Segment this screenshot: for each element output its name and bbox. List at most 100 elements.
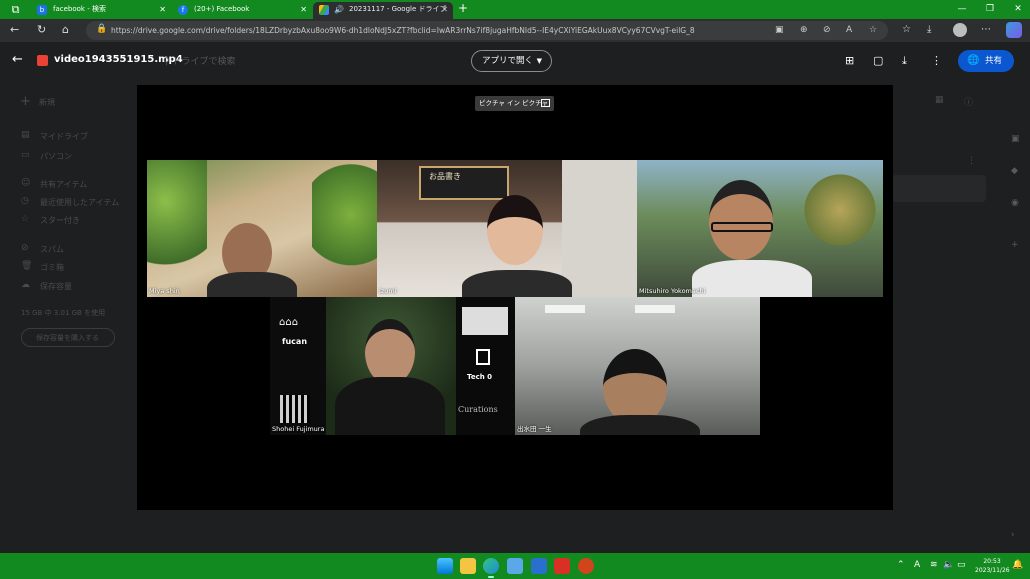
volume-icon[interactable]: 🔈 (943, 558, 954, 572)
store-icon[interactable] (507, 558, 523, 574)
copilot-icon[interactable] (1006, 22, 1022, 38)
close-window-icon[interactable]: ✕ (1003, 1, 1030, 18)
ceiling-light-graphic (635, 305, 675, 313)
nav-storage: 保存容量 (40, 282, 72, 291)
favorite-star-icon[interactable]: ☆ (869, 23, 877, 37)
file-explorer-icon[interactable] (460, 558, 476, 574)
participant-tile: 出水田 一生 (515, 297, 760, 435)
download-icon[interactable]: ⤓ (902, 54, 907, 68)
more-menu-icon[interactable]: ⋯ (981, 23, 991, 37)
minimize-icon[interactable]: — (947, 1, 977, 18)
browser-toolbar: ← ↻ ⌂ 🔒 https://drive.google.com/drive/f… (0, 19, 1030, 42)
edge-icon[interactable] (483, 558, 499, 578)
curations-logo-text: Curations (458, 405, 498, 414)
star-icon: ☆ (21, 214, 30, 224)
buy-storage-button: 保存容量を購入する (21, 328, 115, 347)
new-tab-icon[interactable]: + (458, 1, 468, 15)
tree-graphic (797, 170, 883, 250)
workspaces-icon[interactable]: ⧉ (9, 3, 22, 16)
address-bar[interactable]: 🔒 https://drive.google.com/drive/folders… (86, 21, 888, 40)
participant-name: Shohei Fujimura (272, 425, 325, 433)
profile-avatar[interactable] (953, 23, 967, 37)
open-with-label: アプリで開く (482, 56, 534, 66)
participant-tile: ⌂⌂⌂ fucan Tech 0 Curations Shohei Fujimu… (270, 297, 515, 435)
close-tab-icon[interactable]: ✕ (300, 2, 307, 17)
downloads-icon[interactable]: ⤓ (927, 23, 931, 37)
video-file-icon (37, 55, 48, 66)
notifications-bell-icon[interactable]: 🔔 (1012, 558, 1023, 572)
recent-icon: ◷ (21, 196, 29, 206)
tech0-logo-text: Tech 0 (467, 373, 493, 381)
fucan-banner: ⌂⌂⌂ fucan (270, 297, 326, 435)
facebook-favicon-icon: f (178, 5, 188, 15)
participant-name: Mitsuhiro Yokomachi (639, 287, 706, 295)
url-text[interactable]: https://drive.google.com/drive/folders/1… (111, 24, 695, 37)
body-graphic (462, 270, 572, 297)
close-preview-back-icon[interactable]: ← (12, 52, 23, 68)
chevron-up-icon[interactable]: ⌃ (897, 558, 905, 572)
battery-icon[interactable]: ▭ (957, 558, 966, 572)
nav-my-drive: マイドライブ (40, 132, 88, 141)
menu-sign-graphic: お品書き (419, 166, 509, 200)
close-tab-icon[interactable]: ✕ (159, 2, 166, 17)
tab-google-drive[interactable]: 🔊 20231117 - Google ドライブ ✕ (313, 2, 453, 19)
face-graphic (603, 349, 667, 425)
tab-facebook-search[interactable]: b facebook - 検索 ✕ (31, 2, 171, 19)
tab-facebook[interactable]: f (20+) Facebook ✕ (172, 2, 312, 19)
nav-shared: 共有アイテム (40, 180, 88, 189)
browser-tab-strip: ⧉ b facebook - 検索 ✕ f (20+) Facebook ✕ 🔊… (0, 0, 1030, 19)
keep-icon: ◆ (1011, 166, 1018, 176)
powerpoint-icon[interactable] (578, 558, 594, 574)
restore-icon[interactable]: ❐ (975, 1, 1005, 18)
participant-name: izumi (379, 287, 397, 295)
wifi-icon[interactable]: ≋ (930, 558, 938, 572)
refresh-icon[interactable]: ↻ (37, 23, 46, 37)
participant-name: 出水田 一生 (517, 425, 552, 433)
comment-icon[interactable]: ▢ (873, 54, 883, 68)
tab-title: facebook - 検索 (53, 5, 106, 13)
fucan-logo-icon: ⌂⌂⌂ (279, 317, 299, 328)
open-with-button[interactable]: アプリで開く ▼ (471, 50, 552, 72)
tab-title: 20231117 - Google ドライブ (349, 5, 447, 13)
more-vert-icon: ⋮ (967, 156, 976, 166)
pip-icon (541, 99, 550, 107)
acrobat-icon[interactable] (554, 558, 570, 574)
word-icon[interactable] (531, 558, 547, 574)
back-icon[interactable]: ← (10, 23, 19, 37)
share-button[interactable]: 🌐 共有 (958, 50, 1014, 72)
clock[interactable]: 20:53 2023/11/26 (975, 557, 1010, 575)
tab-title: (20+) Facebook (194, 5, 250, 13)
clock-time: 20:53 (983, 558, 1001, 565)
nav-computers: パソコン (40, 152, 72, 161)
fucan-logo-text: fucan (282, 337, 308, 346)
ime-indicator[interactable]: A (914, 558, 920, 572)
more-actions-icon[interactable]: ⋮ (931, 54, 942, 68)
speaker-icon[interactable]: 🔊 (334, 2, 344, 17)
video-player[interactable]: ピクチャ イン ピクチャ Miya shin お品書き izumi Mitsuh… (137, 85, 893, 510)
tracking-prevention-icon[interactable]: ⊘ (823, 23, 831, 37)
ceiling-light-graphic (545, 305, 585, 313)
plant-graphic (312, 160, 377, 297)
tech0-banner: Tech 0 Curations (456, 297, 515, 435)
computer-icon: ▭ (21, 150, 30, 160)
close-tab-icon[interactable]: ✕ (441, 2, 448, 17)
nav-trash: ゴミ箱 (40, 263, 64, 272)
share-label: 共有 (985, 56, 1003, 66)
shared-icon: ☺ (21, 178, 31, 188)
zoom-icon[interactable]: ⊕ (800, 23, 808, 37)
lock-icon[interactable]: 🔒 (96, 24, 107, 34)
start-icon[interactable] (437, 558, 453, 574)
favorites-icon[interactable]: ☆ (902, 23, 911, 37)
pip-label: ピクチャ イン ピクチャ (479, 99, 549, 107)
spam-icon: ⊘ (21, 243, 29, 253)
face-graphic (709, 180, 773, 260)
read-aloud-icon[interactable]: A (846, 23, 852, 37)
nav-starred: スター付き (40, 216, 80, 225)
app-install-icon[interactable]: ▣ (775, 23, 784, 37)
add-shortcut-icon[interactable]: ⊞ (845, 54, 854, 68)
home-icon[interactable]: ⌂ (62, 23, 69, 37)
picture-in-picture-button[interactable]: ピクチャ イン ピクチャ (475, 96, 554, 111)
new-plus-icon: + (20, 94, 31, 109)
windows-taskbar: ⌃ A ≋ 🔈 ▭ 20:53 2023/11/26 🔔 (0, 553, 1030, 579)
clock-date: 2023/11/26 (975, 567, 1010, 574)
